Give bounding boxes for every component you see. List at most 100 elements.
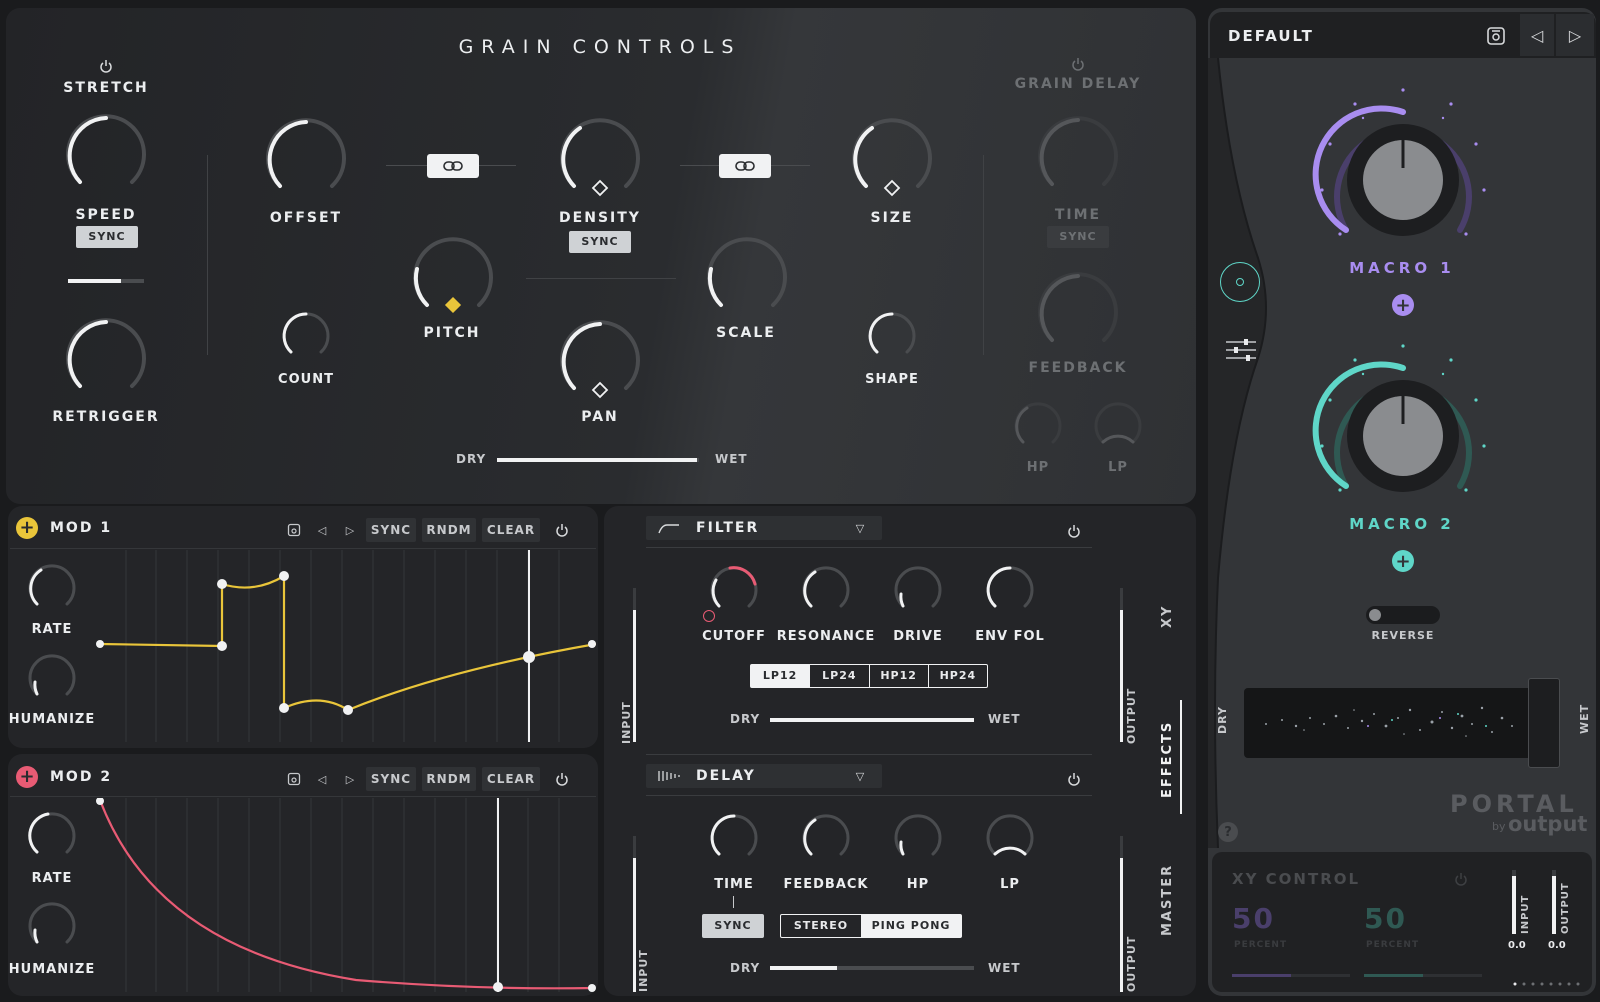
mod1-sync-button[interactable]: SYNC <box>366 518 416 542</box>
delay-hp-knob[interactable] <box>892 812 944 864</box>
filter-type-lp24[interactable]: LP24 <box>809 665 868 687</box>
resonance-knob[interactable] <box>800 564 852 616</box>
delay-feedback-knob[interactable] <box>800 812 852 864</box>
preset-prev-arrow-icon[interactable]: ◁ <box>1520 14 1554 56</box>
filter-input-label: INPUT <box>620 701 633 744</box>
cutoff-knob[interactable] <box>708 564 760 616</box>
grain-delay-lp-knob[interactable] <box>1092 400 1144 452</box>
xy-y-value[interactable]: 50 <box>1364 902 1407 935</box>
macro2-knob[interactable] <box>1308 338 1498 508</box>
speed-sync-button[interactable]: SYNC <box>76 226 138 248</box>
link-icon[interactable] <box>719 154 771 178</box>
speed-knob[interactable] <box>62 112 150 200</box>
grain-delay-power-icon[interactable] <box>1070 56 1086 72</box>
mod2-sync-button[interactable]: SYNC <box>366 767 416 791</box>
stretch-power-icon[interactable] <box>98 58 114 74</box>
size-knob[interactable] <box>848 116 936 204</box>
delay-power-icon[interactable] <box>1063 768 1085 790</box>
mod2-prev-arrow-icon[interactable]: ◁ <box>311 768 333 790</box>
mod2-power-icon[interactable] <box>551 768 573 790</box>
filter-type-hp12[interactable]: HP12 <box>868 665 928 687</box>
retrigger-knob[interactable] <box>62 316 150 404</box>
delay-lp-knob[interactable] <box>984 812 1036 864</box>
mod1-prev-arrow-icon[interactable]: ◁ <box>311 519 333 541</box>
filter-type-hp24[interactable]: HP24 <box>927 665 987 687</box>
xy-x-value[interactable]: 50 <box>1232 902 1275 935</box>
tab-effects[interactable]: EFFECTS <box>1160 721 1175 798</box>
grain-delay-hp-knob[interactable] <box>1012 400 1064 452</box>
sliders-icon[interactable] <box>1222 334 1260 366</box>
mod2-next-arrow-icon[interactable]: ▷ <box>339 768 361 790</box>
macro1-knob[interactable] <box>1308 82 1498 252</box>
macro1-plus-icon[interactable]: + <box>1392 294 1414 316</box>
pitch-label: PITCH <box>423 325 481 341</box>
grain-dry-wet-fill <box>497 458 697 462</box>
delay-dropdown-icon[interactable]: ▽ <box>852 768 868 784</box>
dry-wet-handle[interactable] <box>1528 678 1560 768</box>
count-knob[interactable] <box>280 310 332 362</box>
xy-pad-icon[interactable] <box>1220 262 1260 302</box>
filter-power-icon[interactable] <box>1063 520 1085 542</box>
mod2-rndm-button[interactable]: RNDM <box>422 767 476 791</box>
mod1-humanize-knob[interactable] <box>26 652 78 704</box>
grain-delay-feedback-knob[interactable] <box>1034 270 1122 358</box>
delay-feedback-label: FEEDBACK <box>783 877 869 892</box>
density-sync-button[interactable]: SYNC <box>569 231 631 253</box>
delay-mode-stereo[interactable]: STEREO <box>781 915 861 937</box>
mod1-rate-knob[interactable] <box>26 562 78 614</box>
dry-wet-visual[interactable] <box>1244 688 1540 758</box>
pitch-knob[interactable] <box>409 235 497 323</box>
mod1-envelope-graph[interactable] <box>96 550 596 742</box>
mod2-clear-button[interactable]: CLEAR <box>482 767 540 791</box>
tab-master[interactable]: MASTER <box>1160 864 1175 936</box>
env-fol-knob[interactable] <box>984 564 1036 616</box>
macro2-label: MACRO 2 <box>1349 515 1455 533</box>
mod2-plus-icon[interactable]: + <box>16 766 38 788</box>
preset-next-arrow-icon[interactable]: ▷ <box>1556 14 1594 56</box>
delay-dry-wet-fill <box>770 966 838 970</box>
link-icon[interactable] <box>427 154 479 178</box>
mod2-title: MOD 2 <box>50 769 113 785</box>
mod2-save-icon[interactable] <box>283 768 305 790</box>
mod1-power-icon[interactable] <box>551 519 573 541</box>
drive-knob[interactable] <box>892 564 944 616</box>
mod1-rndm-button[interactable]: RNDM <box>422 518 476 542</box>
preset-save-icon[interactable] <box>1484 24 1508 48</box>
mod1-clear-button[interactable]: CLEAR <box>482 518 540 542</box>
delay-time-knob[interactable] <box>708 812 760 864</box>
mod1-save-icon[interactable] <box>283 519 305 541</box>
xy-control-power-icon[interactable] <box>1452 870 1470 888</box>
wet-label: WET <box>1578 703 1591 734</box>
grain-dry-wet-slider[interactable] <box>497 458 699 462</box>
preset-name[interactable]: DEFAULT <box>1228 27 1314 45</box>
mod2-humanize-knob[interactable] <box>26 900 78 952</box>
dry-label: DRY <box>1216 706 1229 734</box>
mod2-envelope-graph[interactable] <box>96 798 596 992</box>
delay-dry-wet-slider[interactable] <box>770 966 974 970</box>
speed-label: SPEED <box>75 207 137 223</box>
scale-knob[interactable] <box>703 235 791 323</box>
stretch-slider[interactable] <box>68 279 144 283</box>
shape-knob[interactable] <box>866 310 918 362</box>
size-label: SIZE <box>870 210 914 226</box>
density-label: DENSITY <box>559 210 641 226</box>
mod2-rate-knob[interactable] <box>26 810 78 862</box>
filter-dry-wet-slider[interactable] <box>770 718 974 722</box>
filter-dropdown-icon[interactable]: ▽ <box>852 520 868 536</box>
delay-sync-button[interactable]: SYNC <box>702 914 764 938</box>
reverse-toggle[interactable] <box>1366 606 1440 624</box>
macro2-plus-icon[interactable]: + <box>1392 550 1414 572</box>
reverse-label: REVERSE <box>1371 629 1435 642</box>
help-icon[interactable]: ? <box>1218 822 1238 842</box>
grain-delay-time-knob[interactable] <box>1034 114 1122 202</box>
pan-knob[interactable] <box>556 318 644 406</box>
grain-delay-sync-button[interactable]: SYNC <box>1047 226 1109 248</box>
density-knob[interactable] <box>556 116 644 204</box>
tab-xy[interactable]: XY <box>1160 605 1175 628</box>
xy-x-unit: PERCENT <box>1234 940 1288 950</box>
delay-mode-ping-pong[interactable]: PING PONG <box>861 915 961 937</box>
mod1-next-arrow-icon[interactable]: ▷ <box>339 519 361 541</box>
offset-knob[interactable] <box>262 116 350 204</box>
mod1-plus-icon[interactable]: + <box>16 517 38 539</box>
filter-type-lp12[interactable]: LP12 <box>751 665 810 687</box>
